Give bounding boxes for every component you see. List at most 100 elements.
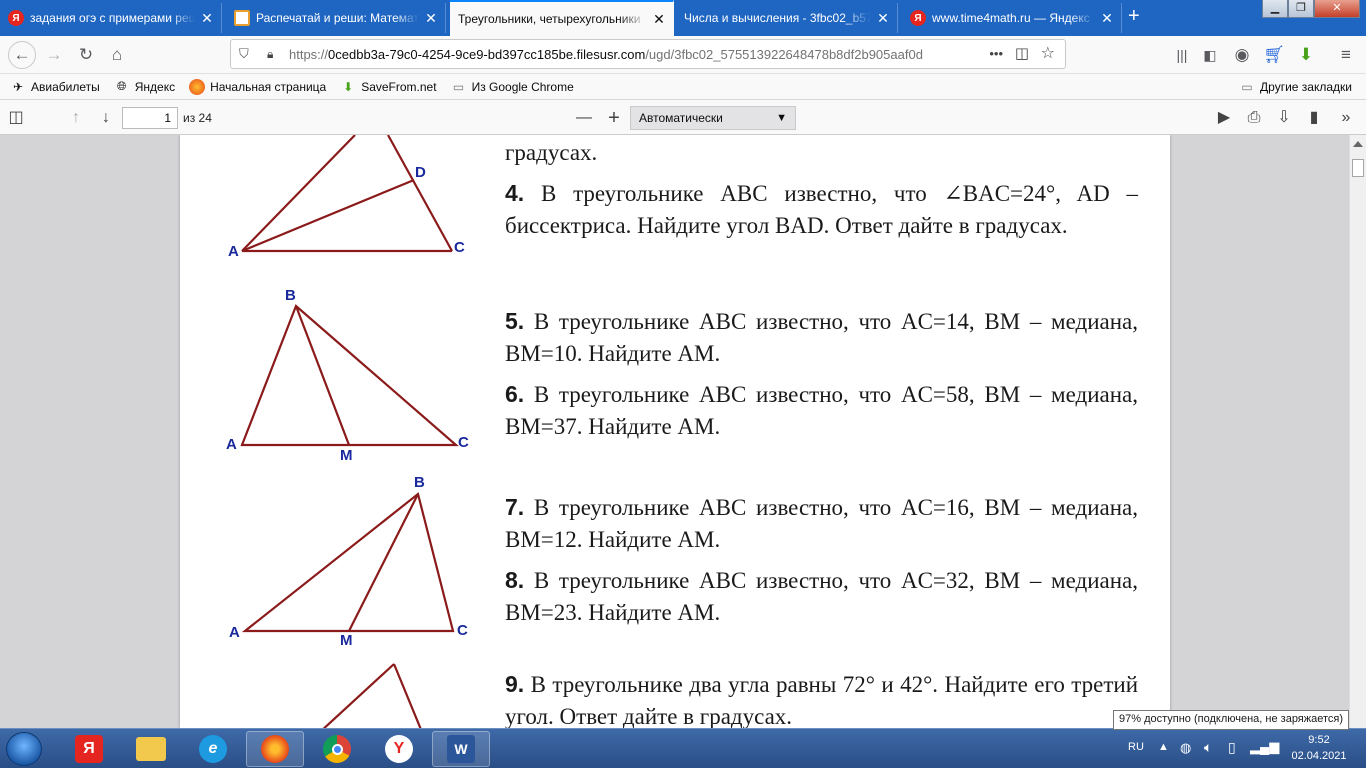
zoom-select[interactable]: Автоматически ▼ bbox=[630, 106, 796, 130]
taskbar-chrome[interactable] bbox=[308, 731, 366, 767]
tab-title: Распечатай и реши: Математи bbox=[256, 11, 419, 25]
library-icon[interactable]: ||| bbox=[1170, 43, 1194, 67]
scroll-up-arrow-icon[interactable] bbox=[1353, 141, 1363, 147]
reload-button[interactable]: ↻ bbox=[74, 43, 98, 67]
close-tab-icon[interactable]: ✕ bbox=[199, 10, 215, 26]
minimize-button[interactable]: ▁ bbox=[1262, 0, 1288, 18]
close-tab-icon[interactable]: ✕ bbox=[651, 11, 667, 27]
problem-number: 9. bbox=[505, 671, 525, 697]
yandex-browser-icon: Я bbox=[75, 735, 103, 763]
problem-text: В треугольнике ABC известно, что AC=14, … bbox=[505, 309, 1138, 366]
bookmark-icon[interactable]: ▮ bbox=[1304, 108, 1324, 128]
taskbar-firefox[interactable] bbox=[246, 731, 304, 767]
next-page-button[interactable]: ↓ bbox=[96, 108, 116, 128]
tools-icon[interactable]: » bbox=[1336, 108, 1356, 128]
bookmark-home-page[interactable]: Начальная страница bbox=[189, 78, 326, 95]
zoom-value: Автоматически bbox=[639, 111, 723, 125]
clock-date[interactable]: 02.04.2021 bbox=[1284, 750, 1354, 762]
point-label-c: C bbox=[457, 622, 468, 639]
account-icon[interactable]: ◉ bbox=[1230, 43, 1254, 67]
point-label-c: C bbox=[458, 434, 469, 451]
tab-1[interactable]: Я задания огэ с примерами реш ✕ bbox=[0, 3, 222, 33]
taskbar-yandex[interactable]: Y bbox=[370, 731, 428, 767]
toggle-sidebar-icon[interactable]: ◫ bbox=[6, 108, 26, 128]
zoom-in-button[interactable]: + bbox=[604, 108, 624, 128]
bookmark-label: Авиабилеты bbox=[31, 79, 100, 94]
save-icon[interactable]: ⇩ bbox=[1274, 108, 1294, 128]
presentation-mode-icon[interactable]: ▶ bbox=[1214, 108, 1234, 128]
zoom-out-button[interactable]: — bbox=[574, 108, 594, 128]
windows-taskbar: Я e Y W RU ▲ ◍ 🔈︎ ▯ ▂▄▆ 9:52 02.04.2021 bbox=[0, 728, 1366, 768]
shield-icon[interactable]: ⛉ bbox=[239, 46, 249, 62]
cart-icon[interactable]: 🛒︎ bbox=[1262, 43, 1286, 67]
point-label-m: M bbox=[340, 632, 353, 649]
pdf-page: D A C B A M C B A M C градусах. 4. В тре… bbox=[180, 135, 1170, 728]
url-text[interactable]: https://0cedbb3a-79c0-4254-9ce9-bd397cc1… bbox=[289, 47, 979, 62]
page-icon bbox=[234, 10, 250, 26]
close-tab-icon[interactable]: ✕ bbox=[1099, 10, 1115, 26]
pdf-viewer[interactable]: D A C B A M C B A M C градусах. 4. В тре… bbox=[0, 135, 1366, 728]
pocket-icon[interactable]: ◫ bbox=[1015, 44, 1029, 62]
restore-button[interactable]: ❐ bbox=[1288, 0, 1314, 18]
back-button[interactable]: ← bbox=[8, 41, 36, 69]
tab-bar: Я задания огэ с примерами реш ✕ Распечат… bbox=[0, 0, 1366, 36]
taskbar-word[interactable]: W bbox=[432, 731, 490, 767]
point-label-m: M bbox=[340, 447, 353, 464]
close-window-button[interactable]: ✕ bbox=[1314, 0, 1360, 18]
point-label-a: A bbox=[229, 624, 240, 641]
folder-icon: ▭ bbox=[452, 79, 465, 94]
bookmark-star-icon[interactable]: ☆ bbox=[1041, 43, 1055, 63]
sidebar-icon[interactable]: ◧ bbox=[1198, 43, 1222, 67]
new-tab-button[interactable]: + bbox=[1128, 6, 1140, 26]
signal-icon[interactable]: ▂▄▆ bbox=[1250, 739, 1279, 755]
taskbar-yandex-browser[interactable]: Я bbox=[60, 731, 118, 767]
firefox-icon bbox=[261, 735, 289, 763]
problem-number: 8. bbox=[505, 567, 525, 593]
battery-icon[interactable]: ▯ bbox=[1228, 739, 1236, 756]
scroll-thumb[interactable] bbox=[1352, 159, 1364, 177]
close-tab-icon[interactable]: ✕ bbox=[875, 10, 891, 26]
home-button[interactable]: ⌂ bbox=[105, 43, 129, 67]
globe-icon: 🌐︎ bbox=[116, 79, 127, 93]
problem-number: 5. bbox=[505, 308, 525, 334]
page-number-input[interactable]: 1 bbox=[122, 107, 178, 129]
vertical-scrollbar[interactable] bbox=[1349, 135, 1366, 728]
tab-3-active[interactable]: Треугольники, четырехугольники ✕ bbox=[450, 0, 674, 36]
forward-button[interactable]: → bbox=[42, 43, 66, 67]
previous-page-button[interactable]: ↑ bbox=[66, 108, 86, 128]
bookmark-aviabilety[interactable]: ✈ Авиабилеты bbox=[10, 79, 100, 95]
start-button[interactable] bbox=[6, 732, 42, 766]
problem-number: 6. bbox=[505, 381, 525, 407]
lock-icon[interactable]: 🔒︎ bbox=[267, 47, 281, 62]
chevron-down-icon: ▼ bbox=[776, 112, 787, 124]
yandex-icon: Я bbox=[8, 10, 24, 26]
bookmark-from-chrome[interactable]: ▭ Из Google Chrome bbox=[451, 79, 574, 95]
tab-4[interactable]: Числа и вычисления - 3fbc02_b57 ✕ bbox=[676, 3, 898, 33]
menu-icon[interactable]: ≡ bbox=[1334, 43, 1358, 67]
language-indicator[interactable]: RU bbox=[1128, 741, 1144, 753]
bookmarks-toolbar: ✈ Авиабилеты 🌐︎ Яндекс Начальная страница … bbox=[0, 74, 1366, 100]
address-bar[interactable]: ⛉ 🔒︎ https://0cedbb3a-79c0-4254-9ce9-bd3… bbox=[230, 39, 1066, 69]
bookmark-label: Из Google Chrome bbox=[471, 79, 574, 94]
taskbar-internet-explorer[interactable]: e bbox=[184, 731, 242, 767]
other-bookmarks[interactable]: ▭ Другие закладки bbox=[1239, 79, 1352, 95]
print-icon[interactable]: ⎙ bbox=[1244, 108, 1264, 128]
bookmark-savefrom[interactable]: ⬇ SaveFrom.net bbox=[340, 79, 436, 95]
firefox-icon bbox=[189, 78, 206, 95]
bookmark-label: SaveFrom.net bbox=[361, 79, 437, 94]
bookmark-yandex[interactable]: 🌐︎ Яндекс bbox=[114, 79, 175, 95]
clock-time[interactable]: 9:52 bbox=[1296, 734, 1342, 746]
point-label-a: A bbox=[228, 243, 239, 260]
point-label-d: D bbox=[415, 164, 426, 181]
more-actions-icon[interactable]: ••• bbox=[989, 46, 1003, 61]
taskbar-explorer[interactable] bbox=[122, 731, 180, 767]
savefrom-download-icon[interactable]: ⬇ bbox=[1294, 43, 1318, 67]
tab-5[interactable]: Я www.time4math.ru — Яндекс ✕ bbox=[902, 3, 1122, 33]
volume-icon[interactable]: 🔈︎ bbox=[1204, 739, 1212, 756]
show-hidden-icons-icon[interactable]: ▲ bbox=[1158, 741, 1169, 753]
triangle-figure-partial bbox=[322, 663, 422, 728]
close-tab-icon[interactable]: ✕ bbox=[423, 10, 439, 26]
tab-2[interactable]: Распечатай и реши: Математи ✕ bbox=[226, 3, 446, 33]
problem-text: В треугольнике ABC известно, что ∠BAC=24… bbox=[505, 181, 1138, 238]
network-status-icon[interactable]: ◍ bbox=[1180, 740, 1191, 756]
